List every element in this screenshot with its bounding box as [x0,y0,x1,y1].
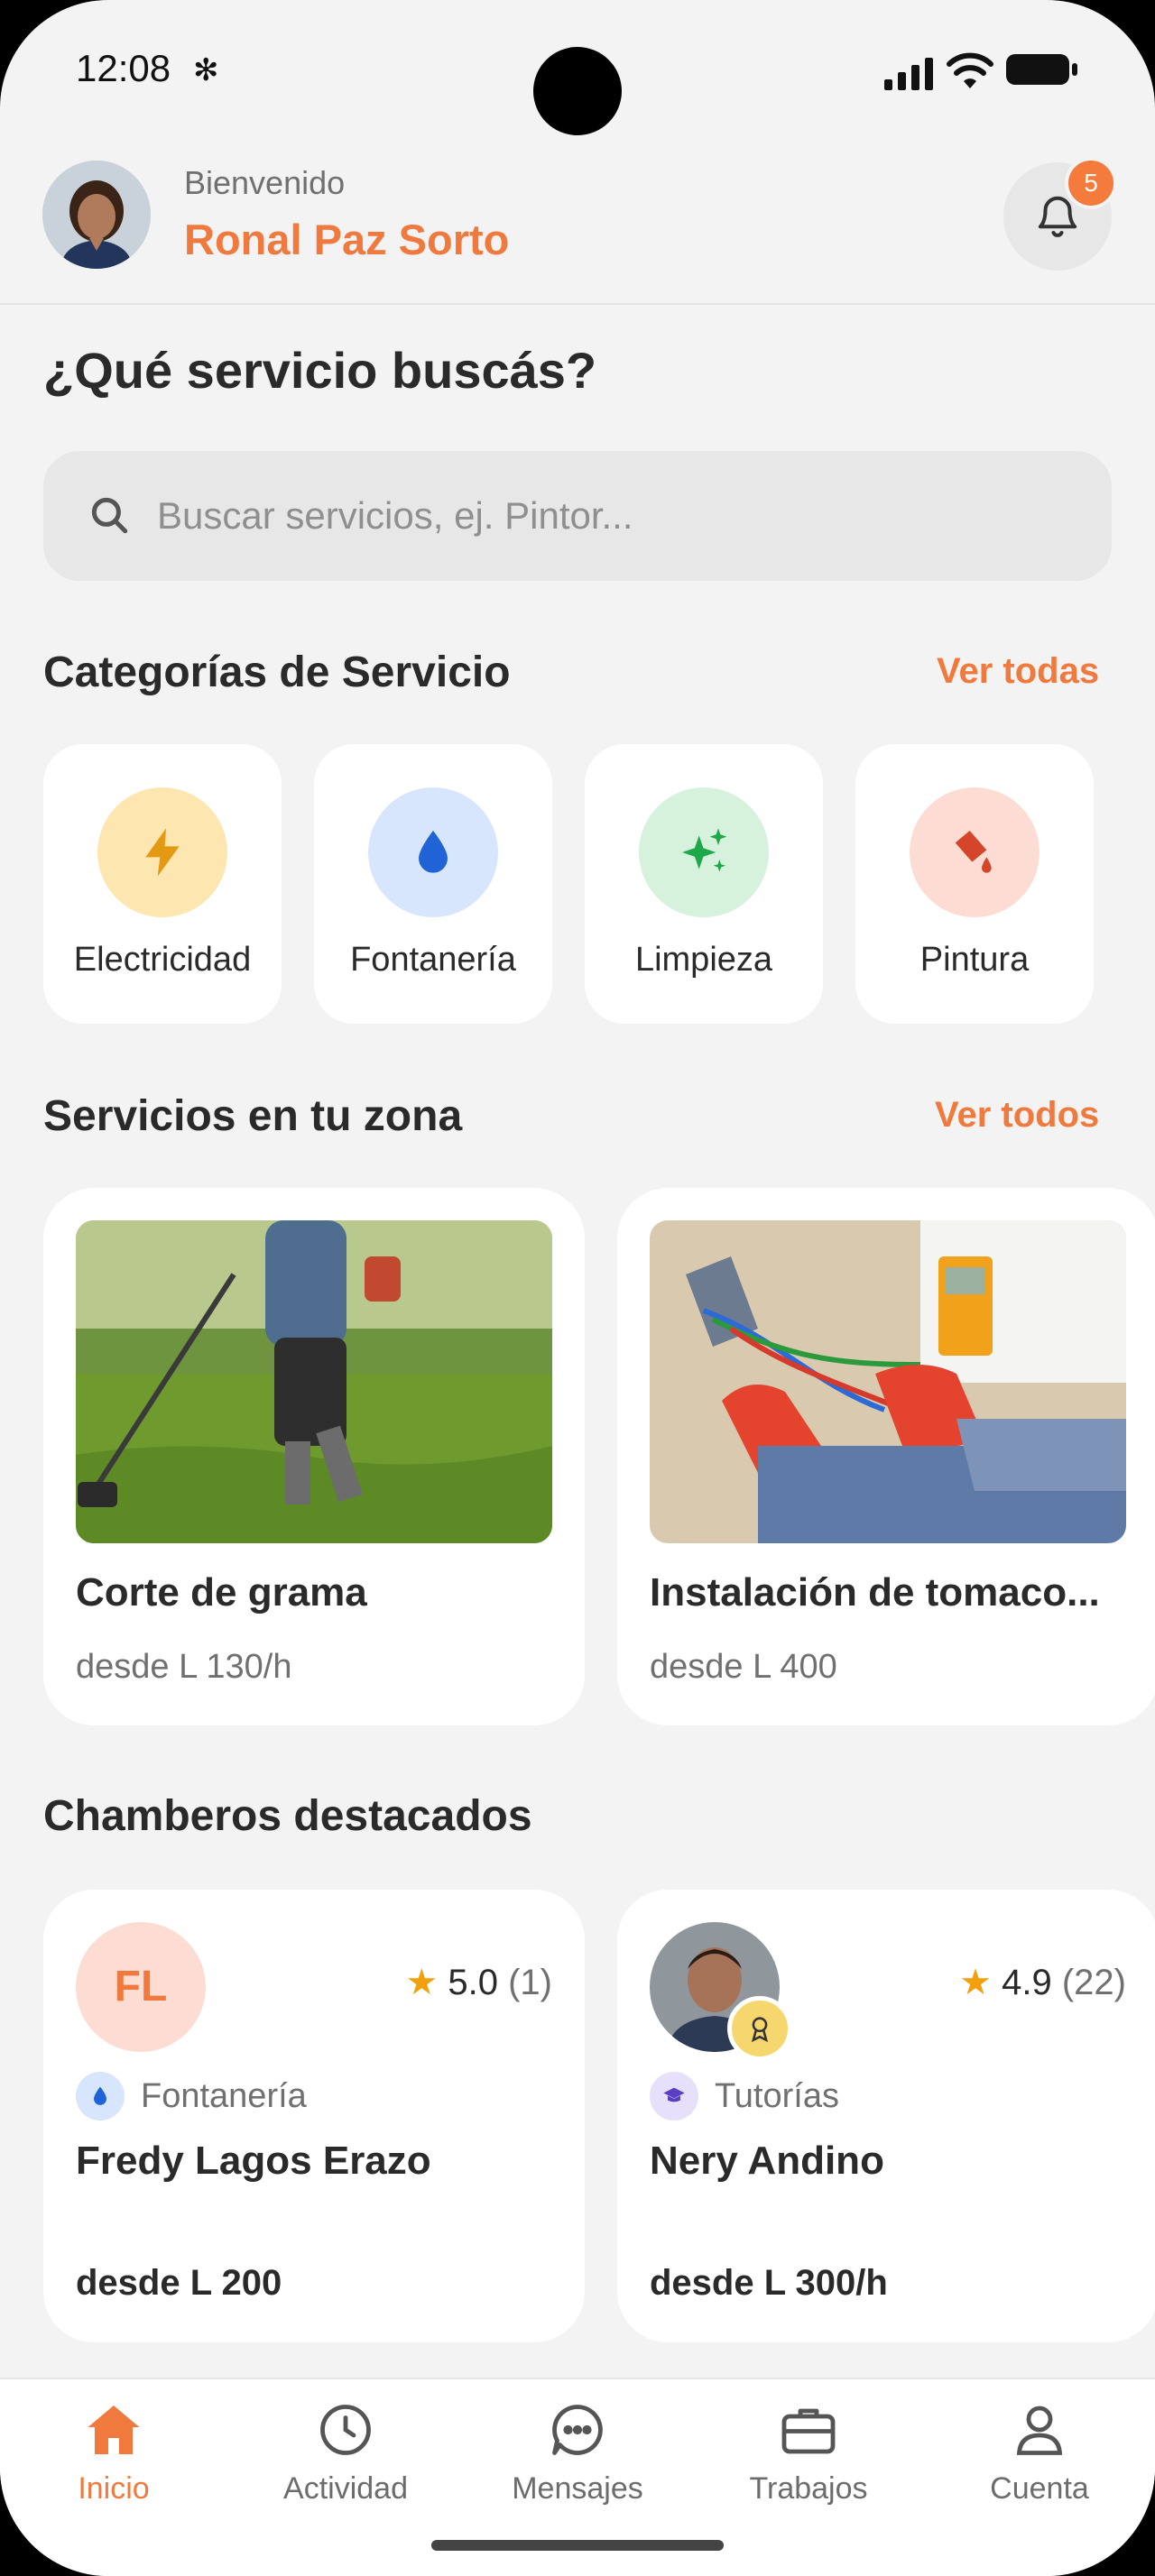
phone-screen: 12:08 ✻ Bienvenido Ronal Paz Sorto 5 ¿Qu… [0,0,1155,2576]
review-count: (1) [508,1963,552,2002]
service-title: Corte de grama [76,1570,367,1615]
star-icon: ★ [405,1963,439,2002]
user-name: Ronal Paz Sorto [184,216,510,263]
bee-icon: ✻ [193,53,219,87]
nav-label: Inicio [78,2471,150,2506]
service-image-electrical [650,1220,1126,1543]
worker-category: Tutorías [715,2077,839,2115]
home-indicator [431,2540,724,2551]
nav-item-mensajes[interactable]: Mensajes [487,2397,668,2533]
camera-cutout [533,47,622,135]
services-title: Servicios en tu zona [43,1092,463,1140]
sparkles-icon [682,828,727,872]
worker-name: Fredy Lagos Erazo [76,2139,431,2183]
category-icon-circle [368,787,498,917]
water-drop-icon [419,831,448,873]
category-card-fontaneria[interactable]: Fontanería [314,744,552,1024]
category-card-electricidad[interactable]: Electricidad [43,744,282,1024]
search-title: ¿Qué servicio buscás? [43,342,597,399]
star-icon: ★ [959,1963,992,2002]
review-count: (22) [1061,1963,1126,2002]
category-card-pintura[interactable]: Pintura [855,744,1094,1024]
user-avatar[interactable] [42,161,151,269]
worker-category-icon [76,2072,125,2121]
worker-category: Fontanería [141,2077,307,2115]
worker-initials-avatar: FL [76,1922,206,2052]
nav-label: Mensajes [512,2471,643,2506]
worker-rating: ★ 5.0 (1) [405,1962,552,2003]
graduation-cap-icon [663,2087,685,2102]
award-icon [751,2017,769,2043]
nav-item-actividad[interactable]: Actividad [255,2397,436,2533]
service-price: desde L 130/h [76,1648,292,1686]
water-drop-icon [94,2086,106,2105]
category-card-limpieza[interactable]: Limpieza [585,744,823,1024]
category-icon-circle [97,787,227,917]
worker-card-fredy-lagos[interactable]: FL ★ 5.0 (1) Fontanería Fredy Lagos Eraz… [43,1890,585,2342]
search-input[interactable] [157,482,1059,550]
lightning-icon [145,828,180,877]
chat-icon [552,2405,603,2455]
signal-icon [884,58,933,90]
nav-label: Actividad [283,2471,408,2506]
workers-title: Chamberos destacados [43,1792,532,1840]
worker-category-icon [650,2072,698,2121]
service-price: desde L 400 [650,1648,837,1686]
home-icon [88,2406,140,2454]
verified-badge [727,1996,792,2061]
category-label: Limpieza [634,941,773,979]
service-image-lawn [76,1220,552,1543]
category-icon-circle [910,787,1040,917]
paint-bucket-icon [955,831,992,873]
nav-label: Trabajos [749,2471,868,2506]
worker-rating: ★ 4.9 (22) [959,1962,1126,2003]
header: Bienvenido Ronal Paz Sorto 5 [0,144,1155,305]
worker-card-nery-andino[interactable]: ★ 4.9 (22) Tutorías Nery Andino desde L … [617,1890,1155,2342]
categories-see-all-link[interactable]: Ver todas [937,651,1099,692]
worker-price: desde L 300/h [650,2263,888,2303]
nav-item-cuenta[interactable]: Cuenta [949,2397,1130,2533]
search-icon [91,497,128,534]
rating-value: 5.0 [448,1963,498,2002]
user-icon [1016,2406,1063,2455]
briefcase-icon [781,2408,836,2454]
notification-badge: 5 [1065,157,1117,209]
category-icon-circle [639,787,769,917]
search-bar[interactable] [43,451,1112,581]
categories-title: Categorías de Servicio [43,649,511,696]
service-card-corte-de-grama[interactable]: Corte de grama desde L 130/h [43,1188,585,1725]
battery-icon [1006,54,1077,85]
worker-price: desde L 200 [76,2263,282,2303]
category-label: Electricidad [73,941,252,979]
rating-value: 4.9 [1002,1963,1052,2002]
worker-name: Nery Andino [650,2139,884,2183]
services-see-all-link[interactable]: Ver todos [935,1095,1099,1136]
status-bar: 12:08 ✻ [0,0,1155,144]
clock-icon [320,2405,371,2455]
category-label: Fontanería [350,941,516,979]
nav-item-inicio[interactable]: Inicio [23,2397,204,2533]
nav-label: Cuenta [990,2471,1089,2506]
service-title: Instalación de tomaco... [650,1570,1100,1615]
service-card-instalacion-tomacorriente[interactable]: Instalación de tomaco... desde L 400 [617,1188,1155,1725]
category-label: Pintura [919,941,1030,979]
welcome-label: Bienvenido [184,164,346,201]
status-time: 12:08 [76,47,171,89]
wifi-icon [947,52,993,88]
nav-item-trabajos[interactable]: Trabajos [718,2397,899,2533]
